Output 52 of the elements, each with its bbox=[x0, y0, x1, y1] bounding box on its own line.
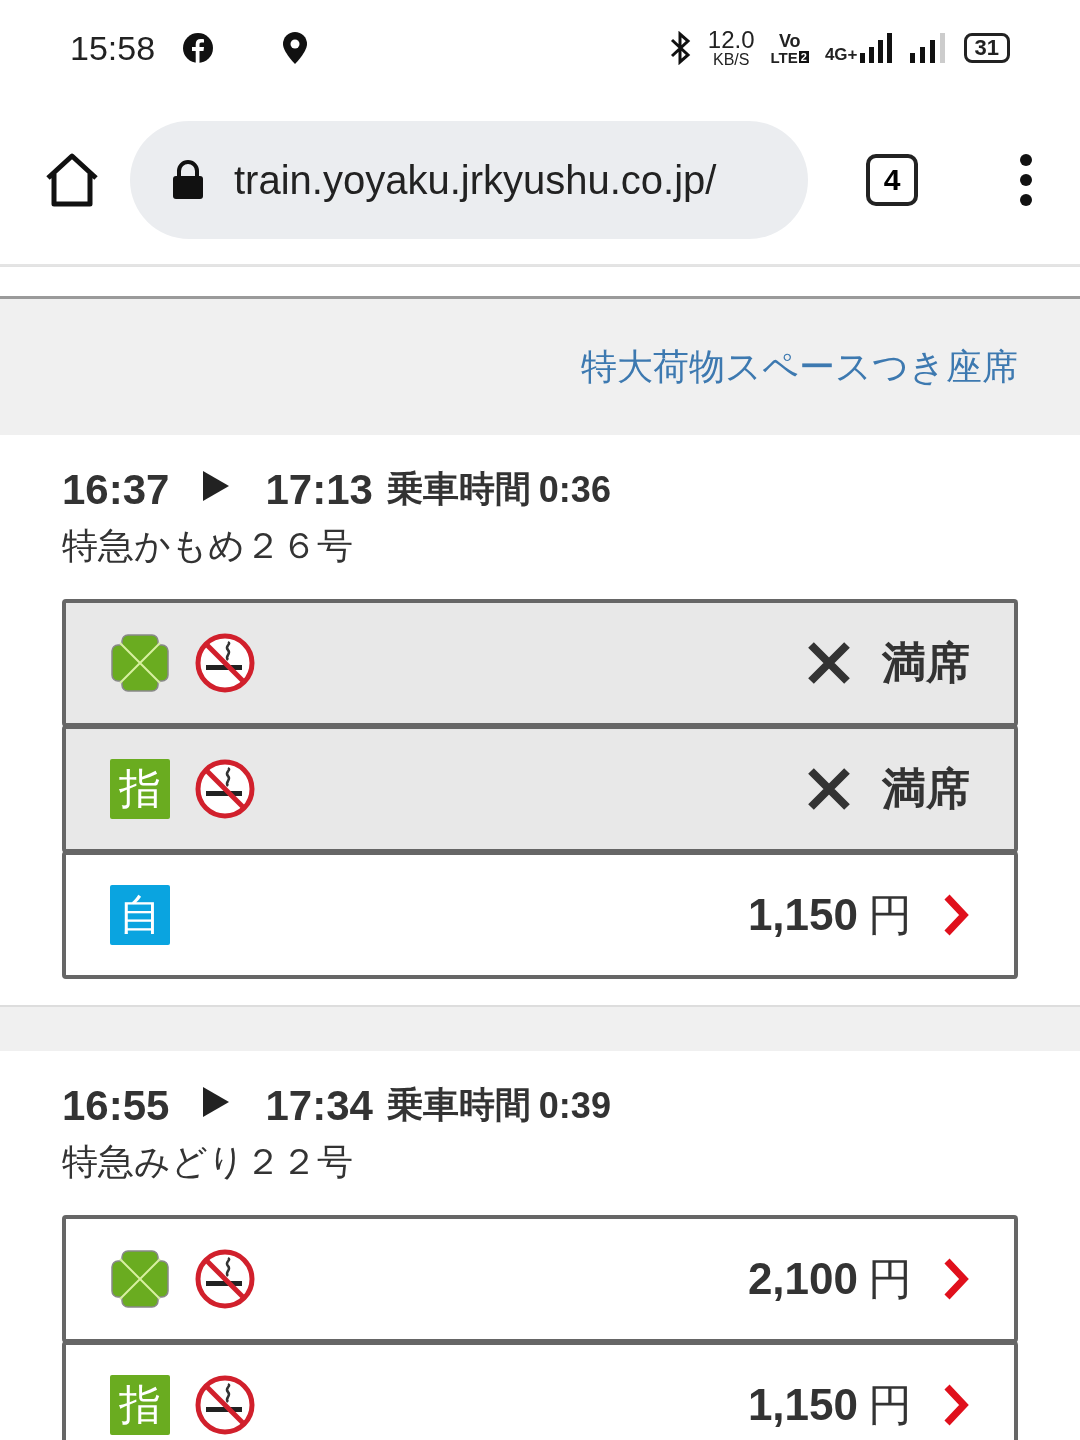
train-name: 特急みどり２２号 bbox=[62, 1140, 354, 1184]
home-icon[interactable] bbox=[44, 152, 100, 208]
sim-number: 2 bbox=[798, 51, 809, 63]
location-icon bbox=[283, 32, 308, 64]
facebook-icon bbox=[183, 33, 214, 63]
sold-out-label: 満席 bbox=[882, 762, 970, 815]
network-type-text: 4G+ bbox=[824, 46, 858, 63]
currency-text: 円 bbox=[868, 888, 912, 941]
lock-icon bbox=[172, 160, 204, 200]
clover-icon bbox=[110, 1249, 170, 1309]
clover-icon bbox=[110, 633, 170, 693]
url-text: train.yoyaku.jrkyushu.co.jp/ bbox=[234, 157, 717, 203]
speed-unit-text: KB/S bbox=[712, 52, 750, 68]
luggage-seat-link[interactable]: 特大荷物スペースつき座席 bbox=[581, 342, 1018, 392]
speed-text: 12.0 bbox=[707, 28, 755, 52]
cross-icon bbox=[806, 640, 852, 686]
train-name: 特急かもめ２６号 bbox=[62, 524, 354, 568]
tab-count-button[interactable]: 4 bbox=[866, 154, 918, 206]
signal-icon bbox=[859, 33, 894, 63]
cross-icon bbox=[806, 766, 852, 812]
chevron-icon bbox=[942, 893, 970, 937]
bluetooth-icon bbox=[669, 31, 692, 65]
seat-type-badge: 指 bbox=[110, 1375, 170, 1435]
sold-out-label: 満席 bbox=[882, 636, 970, 689]
arrival-time: 17:34 bbox=[265, 1081, 373, 1130]
duration-text: 0:36 bbox=[538, 468, 611, 511]
departure-time: 16:37 bbox=[62, 465, 170, 514]
chevron-icon bbox=[942, 1383, 970, 1427]
seat-option-row[interactable]: 自 1,150 円 bbox=[62, 851, 1018, 979]
seat-option-row[interactable]: 指 1,150 円 bbox=[62, 1341, 1018, 1440]
chevron-icon bbox=[942, 1257, 970, 1301]
duration-label: 乗車時間 bbox=[386, 467, 531, 511]
price-text: 2,100 bbox=[747, 1253, 858, 1304]
currency-text: 円 bbox=[868, 1252, 912, 1305]
address-bar[interactable]: train.yoyaku.jrkyushu.co.jp/ bbox=[130, 121, 808, 239]
departure-time: 16:55 bbox=[62, 1081, 170, 1130]
play-arrow-icon bbox=[203, 1086, 230, 1117]
clock-text: 15:58 bbox=[70, 31, 156, 65]
seat-type-badge: 自 bbox=[110, 885, 170, 945]
play-arrow-icon bbox=[203, 470, 230, 501]
signal-icon bbox=[909, 33, 948, 63]
arrival-time: 17:13 bbox=[265, 465, 373, 514]
duration-text: 0:39 bbox=[538, 1084, 611, 1127]
currency-text: 円 bbox=[868, 1378, 912, 1431]
price-text: 1,150 bbox=[747, 889, 858, 940]
battery-indicator: 31 bbox=[963, 33, 1010, 63]
volte-sub-text: LTE bbox=[770, 49, 798, 65]
volte-text: Vo bbox=[778, 31, 801, 50]
duration-label: 乗車時間 bbox=[386, 1083, 531, 1127]
price-text: 1,150 bbox=[747, 1379, 858, 1430]
seat-option-row[interactable]: 2,100 円 bbox=[62, 1215, 1018, 1343]
seat-type-badge: 指 bbox=[110, 759, 170, 819]
